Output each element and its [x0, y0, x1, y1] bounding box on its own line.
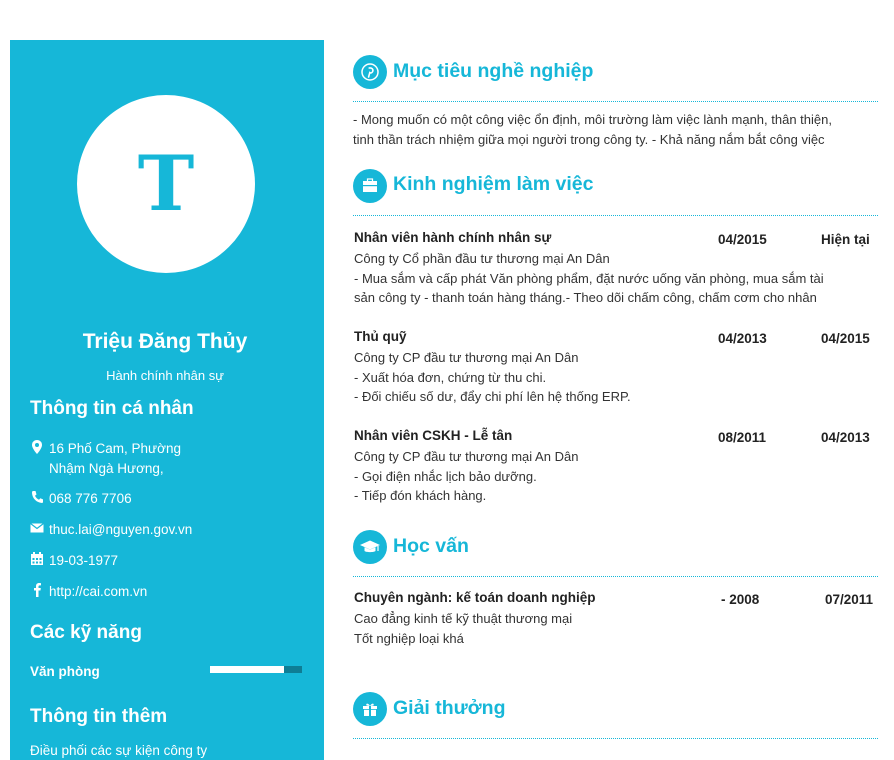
experience-detail: - Tiếp đón khách hàng. [354, 488, 487, 503]
avatar: T [77, 95, 255, 273]
avatar-letter: T [137, 139, 195, 228]
education-end: 07/2011 [825, 592, 874, 607]
awards-heading: Giải thưởng [393, 697, 506, 719]
graduation-cap-icon [353, 530, 387, 564]
objective-line-1: - Mong muốn có một công việc ổn định, mô… [353, 112, 832, 127]
education-school: Cao đẳng kinh tế kỹ thuật thương mại [354, 611, 573, 626]
experience-detail: sản công ty - thanh toán hàng tháng.- Th… [354, 290, 817, 305]
sidebar: T Triệu Đăng Thủy Hành chính nhân sự Thô… [10, 40, 324, 760]
education-divider [353, 576, 878, 577]
website-text[interactable]: http://cai.com.vn [49, 582, 147, 602]
map-marker-icon [32, 440, 42, 454]
phone-icon [32, 491, 43, 503]
experience-end: 04/2015 [821, 331, 870, 346]
education-start: - 2008 [721, 592, 760, 607]
awards-divider [353, 738, 878, 739]
experience-title: Thủ quỹ [354, 329, 407, 344]
birthday-text: 19-03-1977 [49, 553, 119, 568]
facebook-icon [34, 583, 41, 597]
website-row: http://cai.com.vn [30, 582, 310, 602]
experience-detail: - Mua sắm và cấp phát Văn phòng phẩm, đặ… [354, 271, 824, 286]
experience-title: Nhân viên hành chính nhân sự [354, 230, 552, 245]
address-row: 16 Phố Cam, Phường Nhậm Ngà Hương, [30, 439, 310, 479]
envelope-icon [30, 523, 44, 533]
experience-start: 04/2013 [718, 331, 767, 346]
phone-text: 068 776 7706 [49, 491, 132, 506]
experience-company: Công ty Cổ phần đầu tư thương mại An Dân [354, 251, 610, 266]
email-text[interactable]: thuc.lai@nguyen.gov.vn [49, 520, 192, 540]
experience-detail: - Đối chiếu số dư, đẩy chi phí lên hệ th… [354, 389, 631, 404]
profile-job-title: Hành chính nhân sự [106, 368, 224, 383]
address-line-2: Nhậm Ngà Hương, [49, 461, 164, 476]
experience-start: 08/2011 [718, 430, 767, 445]
experience-company: Công ty CP đầu tư thương mại An Dân [354, 449, 579, 464]
skills-heading: Các kỹ năng [30, 622, 142, 643]
skill-label: Văn phòng [30, 664, 100, 679]
experience-title: Nhân viên CSKH - Lễ tân [354, 428, 513, 443]
birthday-row: 19-03-1977 [30, 551, 310, 571]
briefcase-icon [353, 169, 387, 203]
education-note: Tốt nghiệp loại khá [354, 631, 464, 646]
experience-divider [353, 215, 878, 216]
profile-name: Triệu Đăng Thủy [82, 330, 248, 353]
personal-info-heading: Thông tin cá nhân [30, 398, 194, 419]
experience-end: 04/2013 [821, 430, 870, 445]
gift-icon [353, 692, 387, 726]
objective-line-2: tinh thần trách nhiệm giữa mọi người tro… [353, 132, 825, 147]
calendar-icon [31, 552, 43, 565]
experience-detail: - Xuất hóa đơn, chứng từ thu chi. [354, 370, 547, 385]
extra-info-text: Điều phối các sự kiện công ty [30, 743, 208, 758]
objective-divider [353, 101, 878, 102]
pinterest-icon [353, 55, 387, 89]
education-title: Chuyên ngành: kế toán doanh nghiệp [354, 590, 596, 605]
experience-heading: Kinh nghiệm làm việc [393, 173, 594, 195]
experience-end: Hiện tại [821, 232, 870, 247]
email-row: thuc.lai@nguyen.gov.vn [30, 520, 310, 540]
education-heading: Học vấn [393, 535, 469, 557]
extra-info-heading: Thông tin thêm [30, 706, 168, 727]
objective-heading: Mục tiêu nghề nghiệp [393, 60, 594, 82]
experience-detail: - Gọi điện nhắc lịch bảo dưỡng. [354, 469, 537, 484]
phone-row: 068 776 7706 [30, 489, 310, 509]
skill-bar [210, 666, 302, 673]
experience-start: 04/2015 [718, 232, 767, 247]
skill-bar-fill [210, 666, 284, 673]
experience-company: Công ty CP đầu tư thương mại An Dân [354, 350, 579, 365]
address-line-1: 16 Phố Cam, Phường [49, 441, 181, 456]
